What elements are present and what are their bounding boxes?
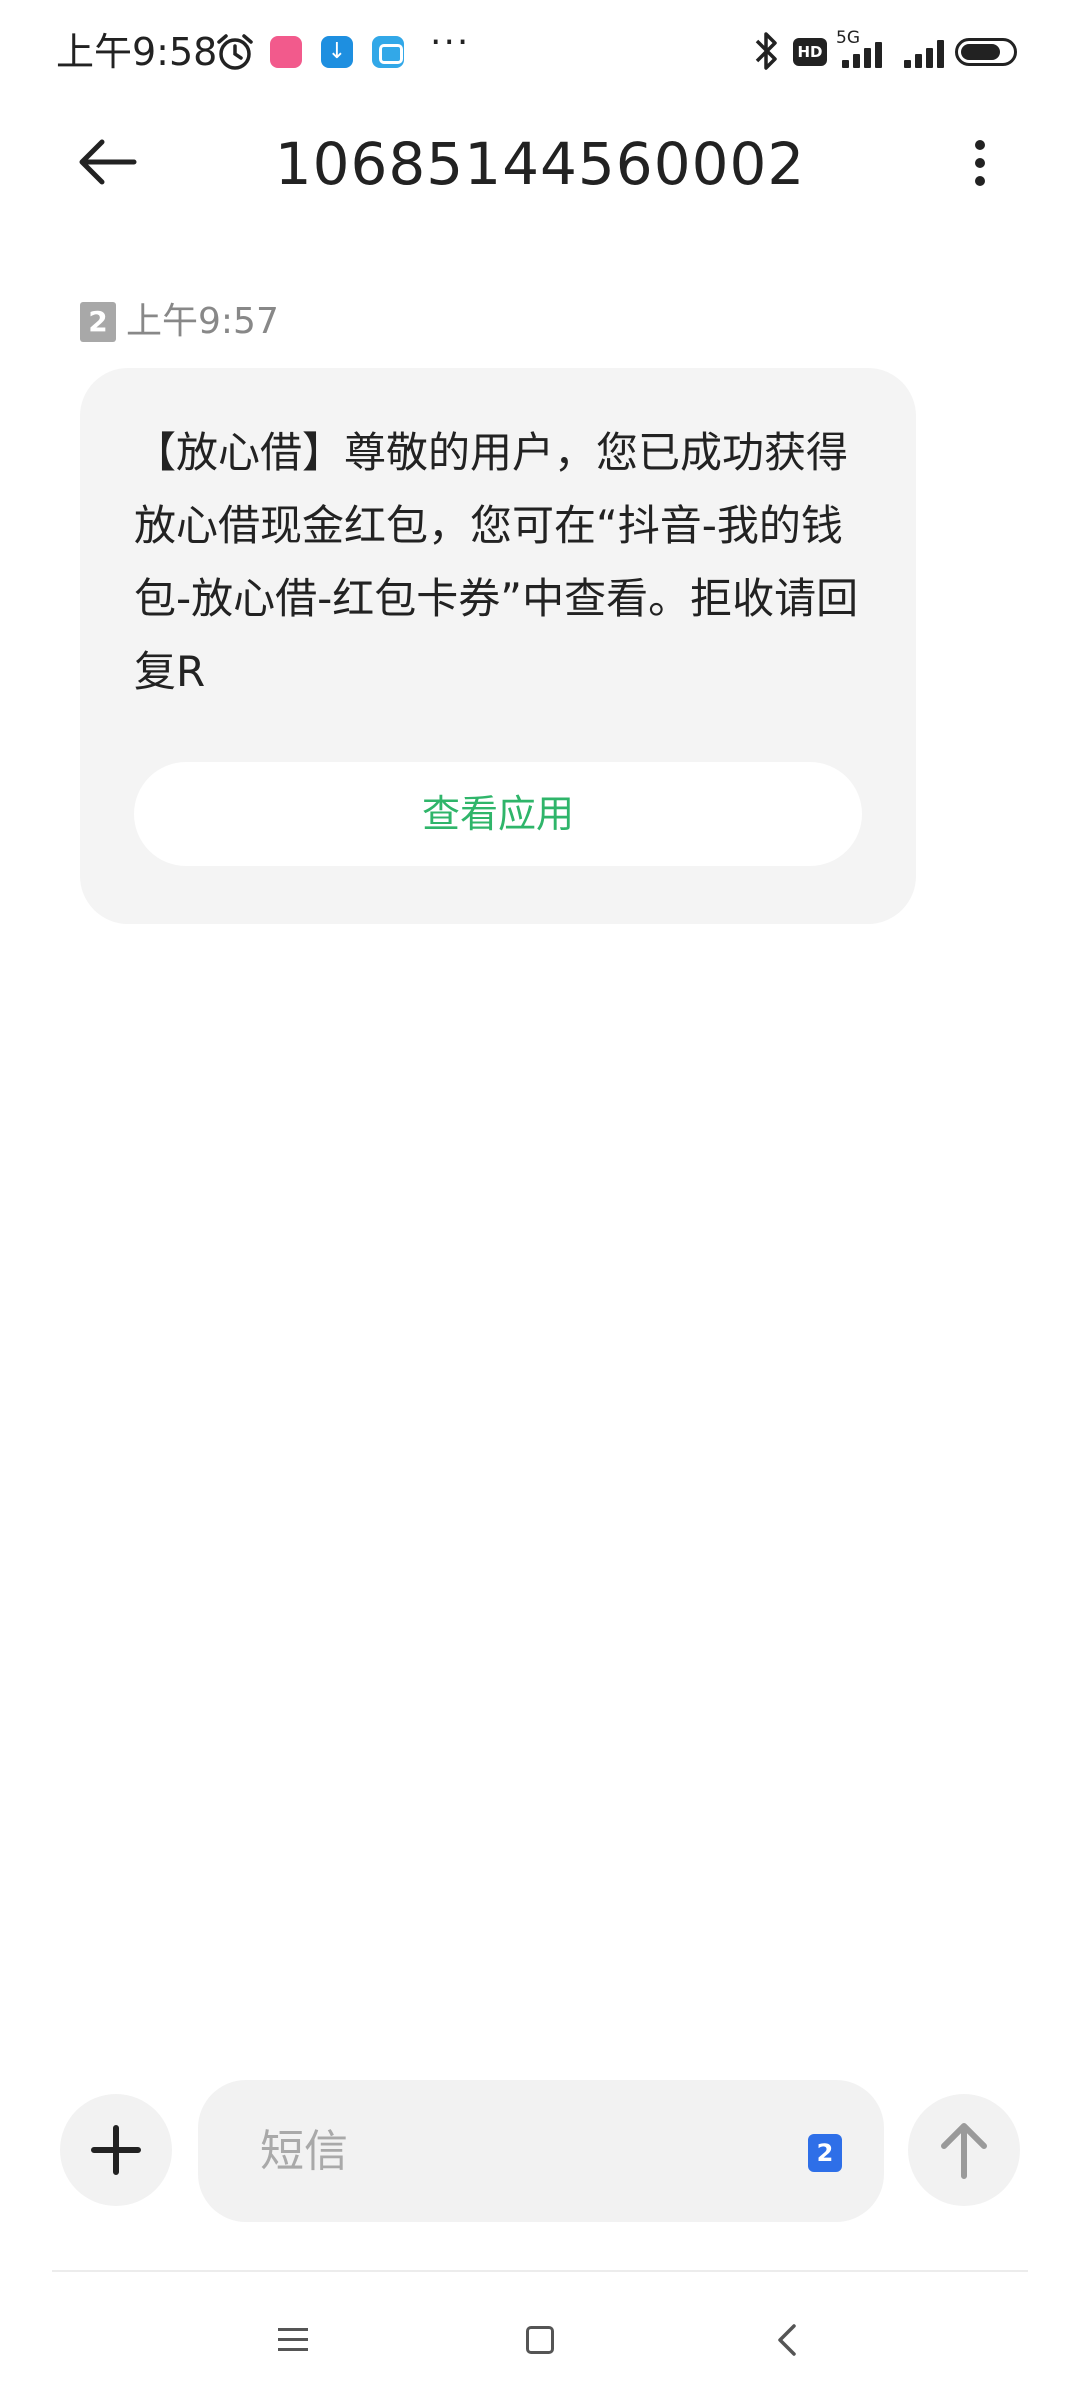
bluetooth-icon xyxy=(755,32,777,70)
nav-divider xyxy=(52,2270,1028,2272)
sms-input[interactable]: 短信 2 xyxy=(198,2080,884,2222)
view-app-button[interactable]: 查看应用 xyxy=(134,762,862,866)
signal-icon xyxy=(838,36,898,68)
battery-level xyxy=(961,44,1001,60)
alarm-icon xyxy=(217,34,253,70)
page-title: 10685144560002 xyxy=(274,130,806,198)
send-button[interactable] xyxy=(908,2094,1020,2206)
status-time: 上午9:58 xyxy=(56,30,218,74)
hd-icon: HD xyxy=(793,38,827,66)
home-button[interactable] xyxy=(520,2320,560,2360)
more-dots-icon: ··· xyxy=(430,22,471,63)
attach-button[interactable] xyxy=(60,2094,172,2206)
conversation-header: 10685144560002 xyxy=(0,104,1080,220)
chevron-left-icon xyxy=(778,2324,796,2356)
message-bubble[interactable]: 【放心借】尊敬的用户，您已成功获得放心借现金红包，您可在“抖音-我的钱包-放心借… xyxy=(80,368,916,924)
recent-apps-button[interactable] xyxy=(276,2320,316,2360)
message-text: 【放心借】尊敬的用户，您已成功获得放心借现金红包，您可在“抖音-我的钱包-放心借… xyxy=(134,428,859,696)
composer: 短信 2 xyxy=(0,2070,1080,2230)
system-nav-bar xyxy=(0,2290,1080,2400)
back-button[interactable] xyxy=(70,126,150,198)
arrow-left-icon xyxy=(79,139,137,185)
app-notification-icon xyxy=(270,36,302,68)
square-icon xyxy=(526,2326,554,2354)
battery-icon xyxy=(955,38,1017,66)
sim-badge: 2 xyxy=(80,302,116,342)
message-app-icon xyxy=(372,36,404,68)
status-bar: 上午9:58 ↓ ··· HD 5G xyxy=(0,0,1080,104)
arrow-up-icon xyxy=(941,2123,987,2179)
plus-icon xyxy=(91,2125,141,2175)
signal-icon-2 xyxy=(900,36,960,68)
sms-input-placeholder: 短信 xyxy=(260,2126,348,2177)
sim-select-button[interactable]: 2 xyxy=(808,2134,842,2172)
more-options-button[interactable] xyxy=(950,126,1010,198)
nav-back-button[interactable] xyxy=(768,2318,808,2362)
download-icon: ↓ xyxy=(321,36,353,68)
message-time: 上午9:57 xyxy=(126,301,279,342)
